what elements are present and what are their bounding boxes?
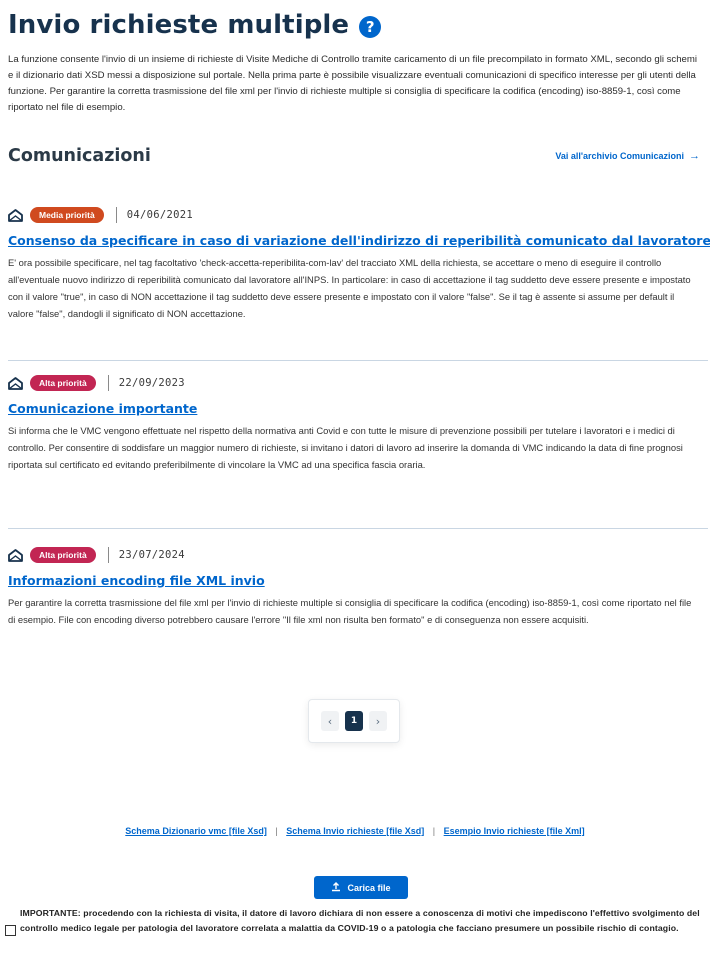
current-page-button[interactable]: 1	[345, 711, 363, 731]
bell-icon	[8, 208, 24, 222]
upload-button-label: Carica file	[347, 882, 391, 893]
communication-body: Si informa che le VMC vengono effettuate…	[8, 425, 683, 470]
communication-meta: Alta priorità 23/07/2024	[8, 546, 702, 564]
schema-invio-link[interactable]: Schema Invio richieste [file Xsd]	[286, 826, 424, 836]
communication-item: Media priorità 04/06/2021 Consenso da sp…	[8, 206, 710, 322]
archive-link-label: Vai all'archivio Comunicazioni	[555, 151, 684, 161]
link-separator: |	[432, 826, 436, 836]
page-title: Invio richieste multiple	[8, 10, 350, 40]
priority-badge: Alta priorità	[30, 547, 96, 563]
divider	[8, 528, 708, 529]
communication-meta: Alta priorità 22/09/2023	[8, 374, 702, 392]
bell-icon	[8, 548, 24, 562]
communication-body: Per garantire la corretta trasmissione d…	[8, 597, 692, 625]
important-notice: IMPORTANTE: procedendo con la richiesta …	[5, 906, 710, 936]
download-links: Schema Dizionario vmc [file Xsd] | Schem…	[0, 826, 710, 836]
esempio-invio-link[interactable]: Esempio Invio richieste [file Xml]	[444, 826, 585, 836]
meta-separator	[107, 547, 109, 563]
arrow-right-icon: →	[689, 150, 700, 162]
communication-date: 04/06/2021	[126, 209, 193, 221]
next-page-button[interactable]: ›	[369, 711, 387, 731]
communication-title-link[interactable]: Informazioni encoding file XML invio	[8, 573, 702, 588]
intro-text: La funzione consente l'invio di un insie…	[8, 54, 698, 113]
upload-file-button[interactable]: Carica file	[314, 876, 408, 899]
communications-header: Comunicazioni Vai all'archivio Comunicaz…	[8, 146, 700, 166]
title-row: Invio richieste multiple ?	[8, 10, 382, 40]
communication-date: 23/07/2024	[118, 549, 185, 561]
archive-link[interactable]: Vai all'archivio Comunicazioni →	[555, 150, 700, 162]
communication-date: 22/09/2023	[118, 377, 185, 389]
priority-badge: Media priorità	[30, 207, 104, 223]
priority-badge: Alta priorità	[30, 375, 96, 391]
help-icon[interactable]: ?	[359, 15, 382, 38]
important-text: IMPORTANTE: procedendo con la richiesta …	[20, 908, 700, 933]
communication-meta: Media priorità 04/06/2021	[8, 206, 702, 224]
page: Invio richieste multiple ? La funzione c…	[0, 0, 710, 957]
schema-dizionario-link[interactable]: Schema Dizionario vmc [file Xsd]	[125, 826, 267, 836]
prev-page-button[interactable]: ‹	[321, 711, 339, 731]
communication-title-link[interactable]: Consenso da specificare in caso di varia…	[8, 233, 710, 248]
communication-body: E' ora possibile specificare, nel tag fa…	[8, 257, 691, 319]
bell-icon	[8, 376, 24, 390]
communication-item: Alta priorità 23/07/2024 Informazioni en…	[8, 546, 702, 628]
communications-title: Comunicazioni	[8, 146, 151, 166]
link-separator: |	[275, 826, 278, 836]
upload-icon	[331, 881, 341, 894]
communication-item: Alta priorità 22/09/2023 Comunicazione i…	[8, 374, 702, 473]
meta-separator	[115, 207, 117, 223]
pagination: ‹ 1 ›	[308, 699, 400, 743]
divider	[8, 360, 708, 361]
accept-checkbox[interactable]	[5, 925, 16, 936]
communication-title-link[interactable]: Comunicazione importante	[8, 401, 702, 416]
meta-separator	[107, 375, 109, 391]
